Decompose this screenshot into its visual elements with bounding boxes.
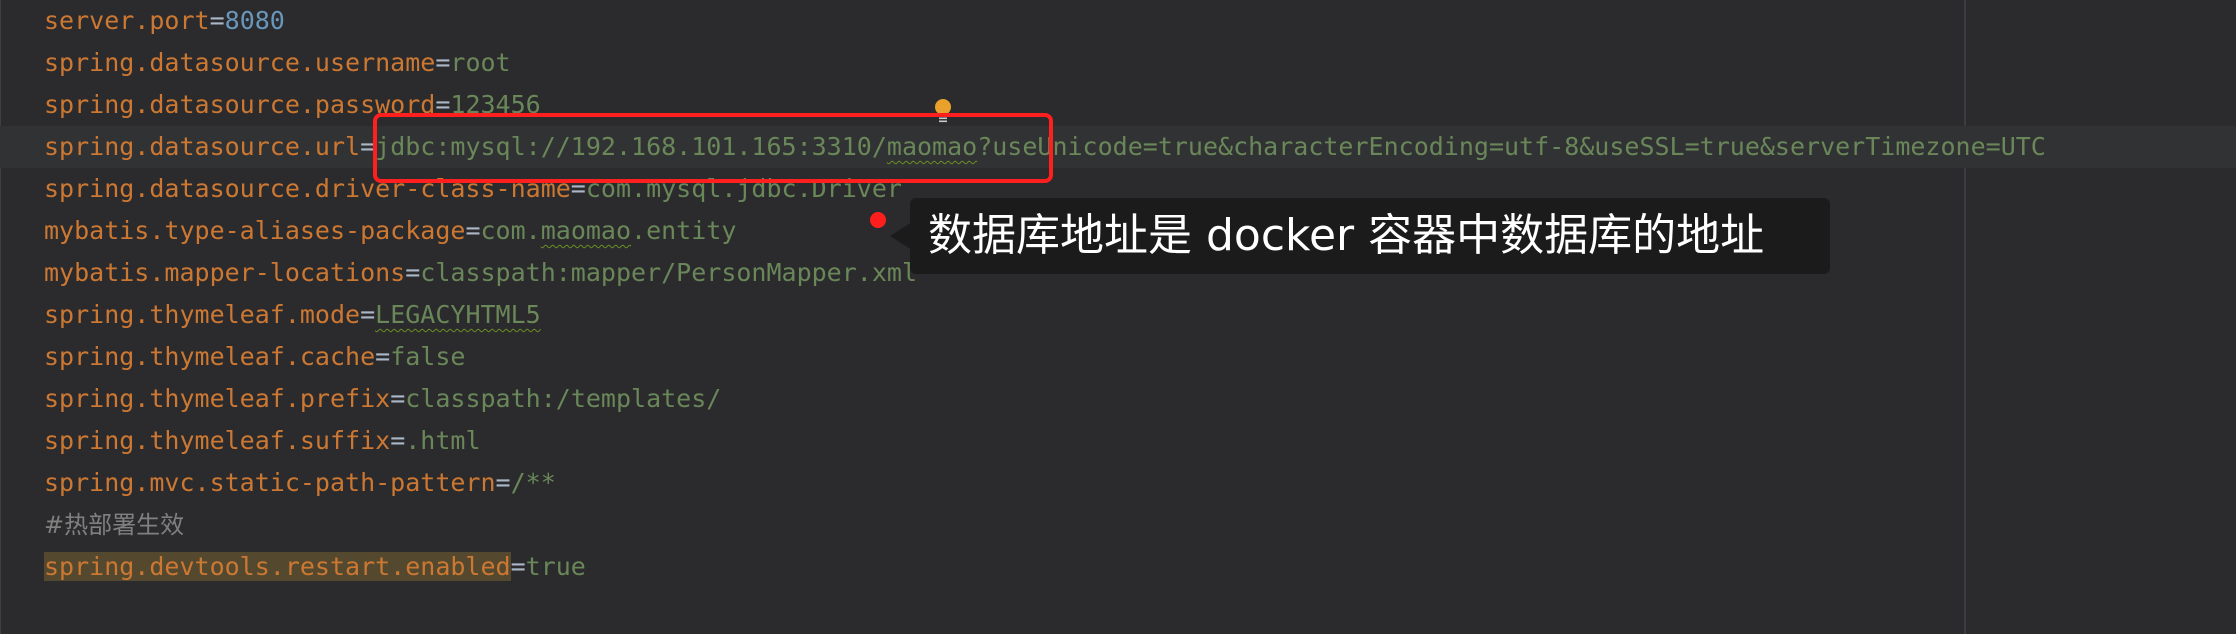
equals-sign: =	[360, 300, 376, 329]
property-value: com.mysql.jdbc.Driver	[585, 174, 902, 203]
code-line[interactable]: spring.mvc.static-path-pattern=/**	[44, 462, 2236, 504]
equals-sign: =	[405, 258, 421, 287]
property-value: .entity	[631, 216, 737, 245]
property-value-params: ?useUnicode=true&characterEncoding=utf-8…	[977, 132, 2046, 161]
equals-sign: =	[570, 174, 586, 203]
equals-sign: =	[360, 132, 376, 161]
equals-sign: =	[510, 552, 526, 581]
property-value: com.	[480, 216, 541, 245]
code-line[interactable]: spring.datasource.username=root	[44, 42, 2236, 84]
gutter-divider	[0, 0, 1, 634]
property-value: classpath:/templates/	[405, 384, 722, 413]
property-key: spring.thymeleaf.cache	[44, 342, 376, 371]
code-editor[interactable]: server.port=8080 spring.datasource.usern…	[0, 0, 2236, 634]
equals-sign: =	[435, 90, 451, 119]
code-line[interactable]: spring.datasource.password=123456	[44, 84, 2236, 126]
property-value: classpath:mapper/PersonMapper.xml	[420, 258, 917, 287]
property-value: /**	[510, 468, 556, 497]
code-area[interactable]: server.port=8080 spring.datasource.usern…	[0, 0, 2236, 588]
property-key: mybatis.mapper-locations	[44, 258, 406, 287]
property-key: spring.thymeleaf.mode	[44, 300, 361, 329]
code-line[interactable]: spring.devtools.restart.enabled=true	[44, 546, 2236, 588]
lightbulb-icon[interactable]	[932, 98, 954, 124]
property-key: spring.datasource.password	[44, 90, 436, 119]
annotation-text: 数据库地址是 docker 容器中数据库的地址	[928, 210, 1765, 261]
property-key: server.port	[44, 6, 210, 35]
property-key: spring.thymeleaf.suffix	[44, 426, 391, 455]
property-key-highlighted: spring.devtools.restart.enabled	[44, 552, 511, 581]
annotation-callout: 数据库地址是 docker 容器中数据库的地址	[910, 198, 1830, 274]
equals-sign: =	[435, 48, 451, 77]
property-value: true	[525, 552, 586, 581]
property-value: .html	[405, 426, 481, 455]
equals-sign: =	[465, 216, 481, 245]
database-name: maomao	[886, 132, 978, 161]
property-key: spring.datasource.driver-class-name	[44, 174, 571, 203]
package-segment: maomao	[540, 216, 632, 245]
property-key: spring.datasource.username	[44, 48, 436, 77]
property-key: mybatis.type-aliases-package	[44, 216, 466, 245]
code-line[interactable]: server.port=8080	[44, 0, 2236, 42]
equals-sign: =	[209, 6, 225, 35]
callout-pointer	[890, 222, 912, 250]
code-line-comment[interactable]: #热部署生效	[44, 504, 2236, 546]
property-value: LEGACYHTML5	[375, 300, 541, 329]
code-line[interactable]: spring.thymeleaf.mode=LEGACYHTML5	[44, 294, 2236, 336]
equals-sign: =	[390, 426, 406, 455]
property-key: spring.mvc.static-path-pattern	[44, 468, 496, 497]
property-value: root	[450, 48, 511, 77]
comment-text: #热部署生效	[44, 511, 185, 539]
property-value: jdbc:mysql://192.168.101.165:3310/	[375, 132, 887, 161]
property-value: 123456	[450, 90, 541, 119]
code-line-current[interactable]: spring.datasource.url=jdbc:mysql://192.1…	[0, 126, 2236, 168]
property-key: spring.datasource.url	[44, 132, 361, 161]
property-key: spring.thymeleaf.prefix	[44, 384, 391, 413]
equals-sign: =	[495, 468, 511, 497]
property-value: 8080	[224, 6, 285, 35]
code-line[interactable]: spring.thymeleaf.prefix=classpath:/templ…	[44, 378, 2236, 420]
property-value: false	[390, 342, 466, 371]
annotation-marker-dot	[870, 212, 886, 228]
equals-sign: =	[390, 384, 406, 413]
code-line[interactable]: spring.thymeleaf.suffix=.html	[44, 420, 2236, 462]
code-line[interactable]: spring.thymeleaf.cache=false	[44, 336, 2236, 378]
equals-sign: =	[375, 342, 391, 371]
